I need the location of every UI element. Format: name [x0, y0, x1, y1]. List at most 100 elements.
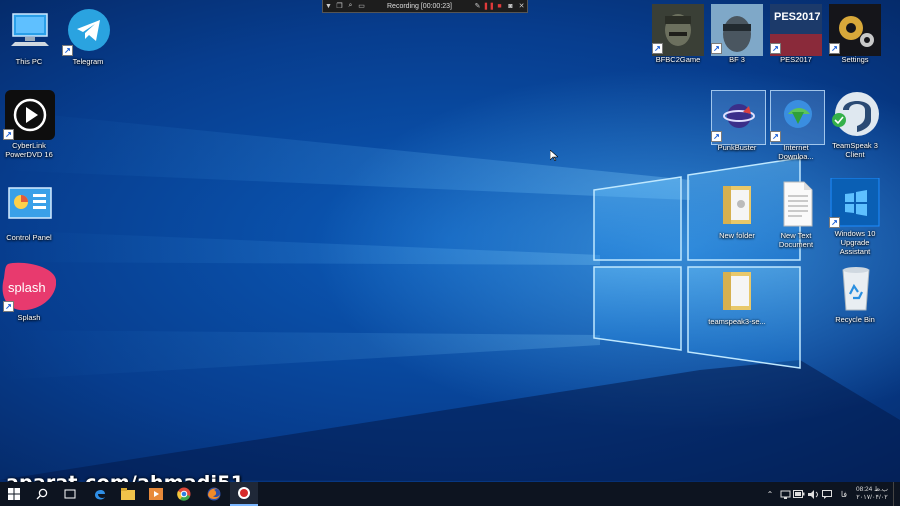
shortcut-arrow-icon: ↗ — [829, 217, 840, 228]
shortcut-arrow-icon: ↗ — [652, 43, 663, 54]
stop-icon[interactable]: ■ — [494, 3, 505, 10]
mouse-cursor-icon — [550, 150, 558, 161]
message-icon[interactable] — [820, 482, 834, 506]
text-document-icon — [772, 180, 820, 228]
shortcut-arrow-icon: ↗ — [711, 43, 722, 54]
icon-label: Recycle Bin — [835, 315, 875, 324]
desktop-icon-pes2017[interactable]: PES2017 ↗ PES2017 — [767, 4, 825, 64]
icon-label: CyberLink PowerDVD 16 — [5, 141, 53, 159]
windows-logo-icon: ↗ — [829, 177, 880, 228]
desktop-icon-punkbuster[interactable]: ↗ PunkBuster — [708, 92, 766, 152]
start-button[interactable] — [0, 482, 28, 506]
taskbar-firefox[interactable] — [200, 482, 228, 506]
icon-label: PunkBuster — [717, 143, 757, 152]
icon-label: This PC — [15, 57, 43, 66]
clock-time: 08:24 ب.ظ — [855, 486, 889, 493]
desktop-icon-cyberlink-powerdvd[interactable]: ↗ CyberLink PowerDVD 16 — [0, 90, 58, 159]
clock[interactable]: 08:24 ب.ظ ۲۰۱۷/۰۴/۰۲ — [854, 482, 890, 506]
splash-icon: splash ↗ — [2, 262, 57, 312]
show-hidden-icons-chevron-icon[interactable]: ⌃ — [764, 482, 776, 506]
clock-date: ۲۰۱۷/۰۴/۰۲ — [856, 494, 888, 501]
language-indicator[interactable]: فا — [836, 482, 852, 506]
desktop-icon-internet-download-manager[interactable]: ↗ Internet Downloa... — [767, 92, 825, 161]
taskbar-edge[interactable] — [86, 482, 114, 506]
network-icon[interactable] — [778, 482, 792, 506]
download-manager-icon: ↗ — [770, 92, 820, 142]
desktop-icon-new-folder[interactable]: New folder — [708, 180, 766, 240]
pause-icon[interactable]: ❚❚ — [483, 2, 495, 10]
dropdown-icon[interactable]: ▼ — [323, 3, 334, 10]
shortcut-arrow-icon: ↗ — [62, 45, 73, 56]
splash-logo-text: splash — [8, 280, 46, 295]
desktop-icon-bf3[interactable]: ↗ BF 3 — [708, 4, 766, 64]
desktop-icon-teamspeak-setup-folder[interactable]: teamspeak3-se... — [708, 266, 766, 326]
search-button[interactable] — [28, 482, 56, 506]
taskbar-chrome[interactable] — [170, 482, 198, 506]
taskbar-media-player[interactable] — [142, 482, 170, 506]
desktop[interactable]: This PC ↗ Telegram ↗ CyberLink PowerDVD … — [0, 0, 900, 482]
recycle-bin-icon — [831, 264, 879, 312]
firefox-icon — [207, 487, 221, 501]
bfbc2-game-icon: ↗ — [652, 4, 704, 56]
folder-icon — [713, 180, 761, 228]
shortcut-arrow-icon: ↗ — [829, 43, 840, 54]
desktop-icon-telegram[interactable]: ↗ Telegram — [59, 6, 117, 66]
region-icon[interactable]: ▭ — [356, 2, 367, 10]
icon-label: TeamSpeak 3 Client — [832, 141, 878, 159]
desktop-icon-windows-10-upgrade-assistant[interactable]: ↗ Windows 10 Upgrade Assistant — [826, 177, 884, 256]
task-view-icon — [64, 489, 76, 499]
icon-label: Control Panel — [6, 233, 52, 242]
folder-icon — [713, 266, 761, 314]
zoom-icon[interactable]: ⌕ — [345, 2, 356, 10]
edge-icon — [95, 489, 105, 500]
close-icon[interactable]: ✕ — [516, 2, 527, 10]
icon-label: New Text Document — [778, 231, 814, 249]
telegram-icon: ↗ — [62, 6, 112, 56]
desktop-icon-this-pc[interactable]: This PC — [0, 6, 58, 66]
icon-label: Settings — [841, 55, 869, 64]
icon-label: Internet Downloa... — [778, 143, 814, 161]
chrome-icon — [177, 487, 191, 501]
icon-label: BF 3 — [729, 55, 745, 64]
shortcut-arrow-icon: ↗ — [711, 131, 722, 142]
shortcut-arrow-icon: ↗ — [3, 129, 14, 140]
record-icon — [238, 487, 250, 499]
recording-status: Recording [00:00:23] — [387, 2, 452, 10]
control-panel-icon — [5, 182, 53, 230]
desktop-icon-teamspeak[interactable]: TeamSpeak 3 Client — [826, 90, 884, 159]
battery-icon[interactable] — [792, 482, 806, 506]
punkbuster-icon: ↗ — [711, 92, 761, 142]
taskbar-file-explorer[interactable] — [114, 482, 142, 506]
powerdvd-icon: ↗ — [3, 90, 55, 140]
gear-icon: ↗ — [829, 4, 881, 56]
volume-icon[interactable] — [806, 482, 820, 506]
icon-label: teamspeak3-se... — [708, 317, 766, 326]
desktop-icon-recycle-bin[interactable]: Recycle Bin — [826, 264, 884, 324]
taskbar: ⌃ فا 08:24 ب.ظ ۲۰۱۷/۰۴/۰۲ — [0, 482, 900, 506]
windows-start-icon — [8, 488, 20, 500]
teamspeak-icon — [831, 90, 879, 138]
desktop-icon-new-text-document[interactable]: New Text Document — [767, 180, 825, 249]
icon-label: PES2017 — [780, 55, 812, 64]
computer-icon — [5, 6, 53, 54]
icon-label: Telegram — [72, 57, 104, 66]
shortcut-arrow-icon: ↗ — [770, 43, 781, 54]
desktop-icon-bfbc2game[interactable]: ↗ BFBC2Game — [649, 4, 707, 64]
bf3-game-icon: ↗ — [711, 4, 763, 56]
search-icon — [36, 488, 48, 500]
media-player-icon — [149, 488, 163, 500]
shortcut-arrow-icon: ↗ — [770, 131, 781, 142]
desktop-icon-settings[interactable]: ↗ Settings — [826, 4, 884, 64]
pen-icon[interactable]: ✎ — [472, 2, 483, 10]
desktop-icon-splash[interactable]: splash ↗ Splash — [0, 262, 58, 322]
shortcut-arrow-icon: ↗ — [3, 301, 14, 312]
windows-10-wallpaper — [0, 110, 900, 482]
recording-toolbar[interactable]: ▼ ❐ ⌕ ▭ Recording [00:00:23] ✎ ❚❚ ■ ◙ ✕ — [322, 0, 528, 13]
desktop-icon-control-panel[interactable]: Control Panel — [0, 182, 58, 242]
pes2017-game-icon: PES2017 ↗ — [770, 4, 822, 56]
windows-icon[interactable]: ❐ — [334, 2, 345, 10]
taskbar-recorder[interactable] — [230, 482, 258, 506]
task-view-button[interactable] — [56, 482, 84, 506]
show-desktop-button[interactable] — [893, 482, 900, 506]
camera-icon[interactable]: ◙ — [505, 3, 516, 10]
